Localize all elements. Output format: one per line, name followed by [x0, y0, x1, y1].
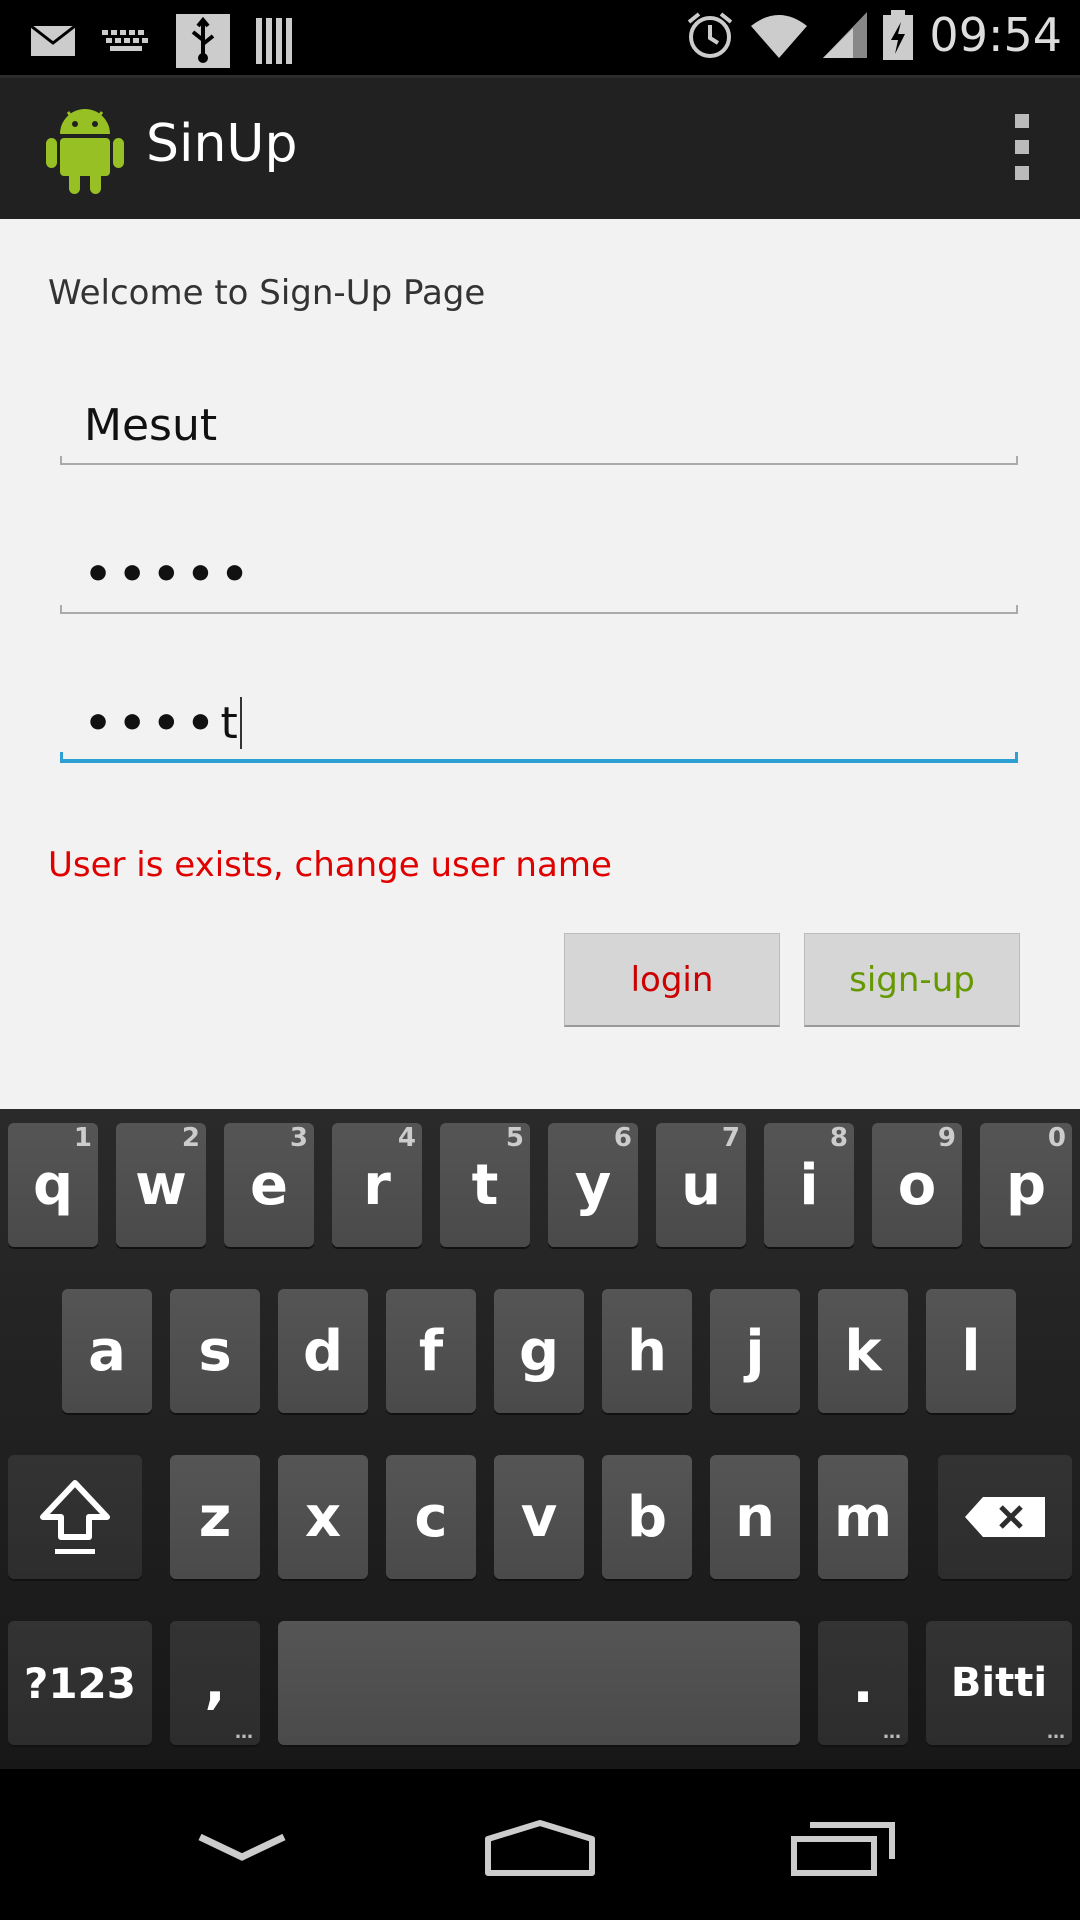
shift-key[interactable] [8, 1455, 142, 1579]
key-o[interactable]: o9 [872, 1123, 962, 1247]
shift-arrow-icon [40, 1480, 110, 1554]
key-y[interactable]: y6 [548, 1123, 638, 1247]
key-q[interactable]: q1 [8, 1123, 98, 1247]
alarm-icon [688, 12, 733, 58]
key-e[interactable]: e3 [224, 1123, 314, 1247]
navigation-bar [0, 1769, 1080, 1920]
action-bar: SinUp [0, 75, 1080, 219]
key-w[interactable]: w2 [116, 1123, 206, 1247]
key-j[interactable]: j [710, 1289, 800, 1413]
storage-icon [256, 18, 292, 64]
usb-icon [176, 14, 230, 68]
android-robot-icon [46, 109, 124, 194]
comma-key[interactable]: ,… [170, 1621, 260, 1745]
overflow-menu-icon[interactable] [1010, 114, 1034, 180]
key-g[interactable]: g [494, 1289, 584, 1413]
confirm-password-underline [60, 752, 1018, 763]
recents-icon[interactable] [790, 1821, 896, 1877]
key-h[interactable]: h [602, 1289, 692, 1413]
error-message: User is exists, change user name [48, 845, 612, 885]
wifi-icon [751, 15, 808, 58]
key-f[interactable]: f [386, 1289, 476, 1413]
password-masked-value: ••••• [84, 549, 255, 600]
backspace-key[interactable] [938, 1455, 1072, 1579]
keyboard-icon [102, 30, 148, 51]
mail-icon [30, 25, 76, 56]
key-l[interactable]: l [926, 1289, 1016, 1413]
key-c[interactable]: c [386, 1455, 476, 1579]
key-n[interactable]: n [710, 1455, 800, 1579]
key-r[interactable]: r4 [332, 1123, 422, 1247]
username-field[interactable]: Mesut [60, 400, 1018, 465]
home-icon[interactable] [484, 1819, 596, 1877]
back-icon[interactable] [196, 1833, 288, 1863]
app-title: SinUp [146, 114, 298, 174]
signup-button[interactable]: sign-up [804, 933, 1020, 1027]
login-button[interactable]: login [564, 933, 780, 1027]
key-b[interactable]: b [602, 1455, 692, 1579]
key-t[interactable]: t5 [440, 1123, 530, 1247]
signal-icon [823, 12, 868, 58]
key-m[interactable]: m [818, 1455, 908, 1579]
space-bar[interactable] [278, 1621, 800, 1745]
key-z[interactable]: z [170, 1455, 260, 1579]
key-a[interactable]: a [62, 1289, 152, 1413]
key-u[interactable]: u7 [656, 1123, 746, 1247]
key-d[interactable]: d [278, 1289, 368, 1413]
password-field[interactable]: ••••• [60, 549, 1018, 614]
username-underline [60, 456, 1018, 465]
confirm-password-field[interactable]: ••••t [60, 697, 1018, 763]
password-underline [60, 605, 1018, 614]
welcome-text: Welcome to Sign-Up Page [48, 273, 486, 313]
key-k[interactable]: k [818, 1289, 908, 1413]
key-v[interactable]: v [494, 1455, 584, 1579]
status-bar: 09:54 [0, 0, 1080, 75]
soft-keyboard: q1 w2 e3 r4 t5 y6 u7 i8 o9 p0 a s d f g … [0, 1109, 1080, 1769]
username-value: Mesut [84, 400, 218, 451]
key-s[interactable]: s [170, 1289, 260, 1413]
clock: 09:54 [929, 8, 1062, 62]
key-p[interactable]: p0 [980, 1123, 1072, 1247]
key-i[interactable]: i8 [764, 1123, 854, 1247]
text-cursor [239, 697, 242, 749]
key-x[interactable]: x [278, 1455, 368, 1579]
battery-charging-icon [883, 10, 914, 60]
backspace-icon [965, 1497, 1045, 1537]
symbols-key[interactable]: ?123 [8, 1621, 152, 1745]
confirm-password-value: ••••t [84, 697, 242, 749]
signup-form: Welcome to Sign-Up Page Mesut ••••• ••••… [0, 219, 1080, 1109]
done-key[interactable]: Bitti… [926, 1621, 1072, 1745]
period-key[interactable]: .… [818, 1621, 908, 1745]
